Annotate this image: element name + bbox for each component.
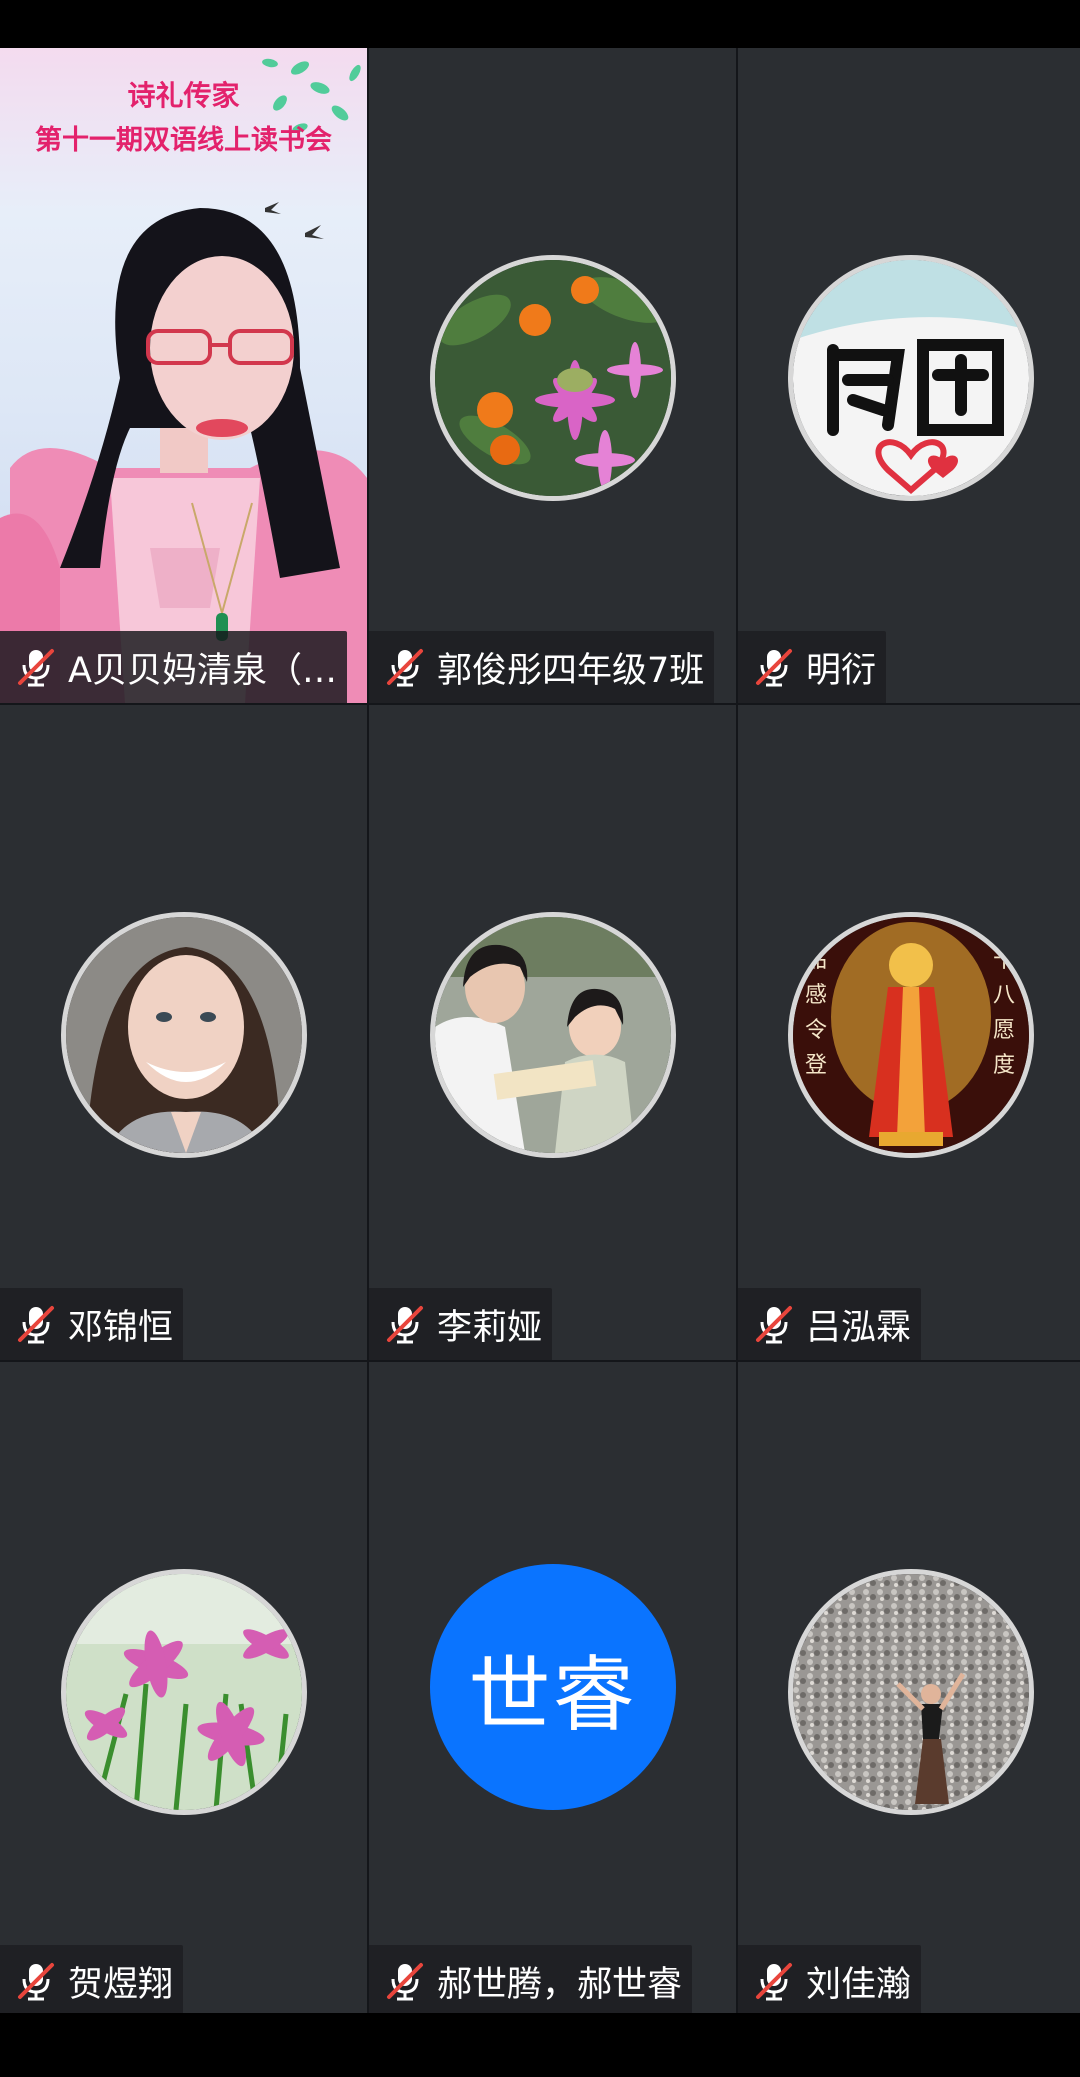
participant-name-bar: 贺煜翔 xyxy=(0,1945,184,2017)
participant-avatar xyxy=(788,1569,1034,1815)
mic-muted-icon xyxy=(387,1963,423,2001)
participant-name-bar: 郝世腾，郝世睿 xyxy=(369,1945,693,2017)
participant-name-bar: 邓锦恒 xyxy=(0,1288,184,1360)
participant-name: 郭俊彤四年级7班 xyxy=(437,650,705,691)
participant-avatar xyxy=(429,912,676,1158)
svg-text:度: 度 xyxy=(993,1053,1015,1078)
mic-muted-icon xyxy=(756,1963,792,2001)
mic-muted-icon xyxy=(18,1306,54,1344)
participant-name: 吕泓霖 xyxy=(806,1307,912,1348)
participant-name: 贺煜翔 xyxy=(68,1964,174,2005)
participant-name-bar: 明衍 xyxy=(738,631,887,703)
svg-text:令: 令 xyxy=(805,1018,827,1043)
svg-text:愿: 愿 xyxy=(993,1018,1015,1043)
participant-avatar xyxy=(788,255,1034,501)
avatar-initials: 世睿 xyxy=(468,1647,637,1743)
mic-muted-icon xyxy=(18,649,54,687)
status-bar xyxy=(0,0,1080,48)
participant-name-bar: A贝贝妈清泉（… xyxy=(0,631,347,703)
participant-name-bar: 郭俊彤四年级7班 xyxy=(369,631,715,703)
participant-tile[interactable]: 贺煜翔 xyxy=(0,1362,367,2017)
svg-text:品: 品 xyxy=(805,948,827,973)
participant-name-bar: 吕泓霖 xyxy=(738,1288,922,1360)
participant-name: 刘佳瀚 xyxy=(806,1964,912,2005)
mic-muted-icon xyxy=(756,649,792,687)
participant-tile[interactable]: 刘佳瀚 xyxy=(738,1362,1080,2017)
video-feed: 诗礼传家 第十一期双语线上读书会 xyxy=(0,48,367,703)
svg-text:感: 感 xyxy=(805,983,827,1008)
participant-name: A贝贝妈清泉（… xyxy=(68,650,337,691)
video-banner-subtitle: 第十一期双语线上读书会 xyxy=(35,125,332,156)
mic-muted-icon xyxy=(387,1306,423,1344)
mic-muted-icon xyxy=(18,1963,54,2001)
navigation-bar xyxy=(0,2013,1080,2077)
participant-text-avatar: 世睿 xyxy=(429,1564,676,1810)
svg-text:登: 登 xyxy=(805,1053,827,1078)
participant-name: 明衍 xyxy=(806,650,877,691)
participant-tile[interactable]: 明衍 xyxy=(738,48,1080,703)
participant-name: 邓锦恒 xyxy=(68,1307,174,1348)
participant-name-bar: 李莉娅 xyxy=(369,1288,553,1360)
svg-text:八: 八 xyxy=(993,983,1015,1008)
participant-tile[interactable]: 李莉娅 xyxy=(369,705,736,1360)
participant-tile[interactable]: 邓锦恒 xyxy=(0,705,367,1360)
svg-text:十: 十 xyxy=(993,948,1015,973)
participant-avatar xyxy=(60,1569,307,1815)
participant-tile[interactable]: 诗礼传家 第十一期双语线上读书会 A贝贝妈清泉（… xyxy=(0,48,367,703)
mic-muted-icon xyxy=(756,1306,792,1344)
participant-tile[interactable]: 品感令登 十八愿度 吕泓霖 xyxy=(738,705,1080,1360)
participant-avatar xyxy=(429,255,676,501)
participant-grid: 诗礼传家 第十一期双语线上读书会 A贝贝妈清泉（… 郭俊彤四年级7班 明衍 邓锦… xyxy=(0,48,1080,2017)
participant-avatar xyxy=(60,912,307,1158)
video-banner-title: 诗礼传家 xyxy=(127,79,240,112)
participant-avatar: 品感令登 十八愿度 xyxy=(788,912,1034,1158)
participant-name: 李莉娅 xyxy=(437,1307,543,1348)
participant-tile[interactable]: 郭俊彤四年级7班 xyxy=(369,48,736,703)
participant-name: 郝世腾，郝世睿 xyxy=(437,1964,683,2005)
mic-muted-icon xyxy=(387,649,423,687)
participant-tile[interactable]: 世睿 郝世腾，郝世睿 xyxy=(369,1362,736,2017)
participant-name-bar: 刘佳瀚 xyxy=(738,1945,922,2017)
